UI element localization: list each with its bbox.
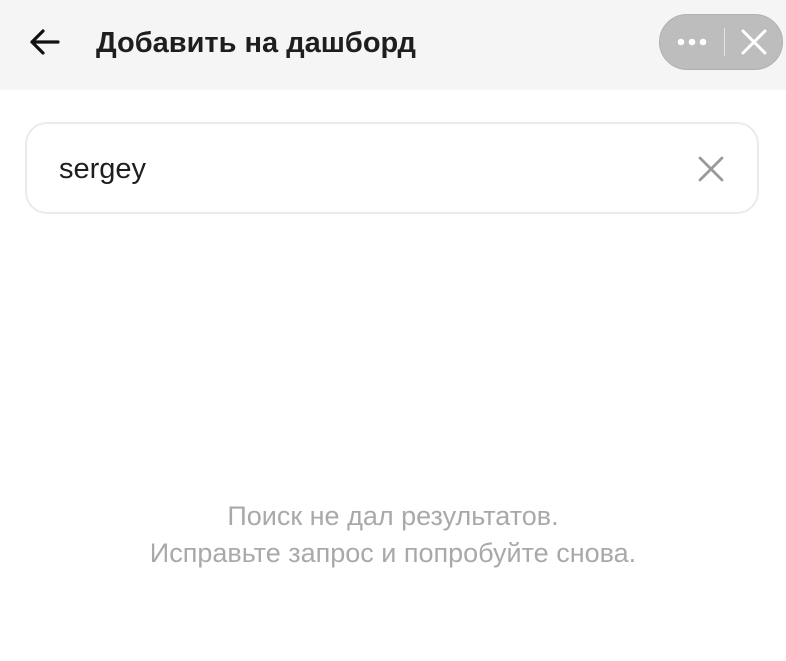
miniapp-capsule <box>659 14 783 70</box>
back-button[interactable] <box>20 18 70 66</box>
clear-x-icon <box>698 156 724 182</box>
close-button[interactable] <box>725 15 783 69</box>
arrow-left-icon <box>30 29 60 55</box>
page-title: Добавить на дашборд <box>96 27 416 59</box>
more-dots-icon <box>677 38 707 46</box>
empty-state-line-2: Исправьте запрос и попробуйте снова. <box>149 538 637 568</box>
empty-state: Поиск не дал результатов. Исправьте запр… <box>0 498 786 572</box>
close-icon <box>741 29 767 55</box>
clear-search-button[interactable] <box>687 146 735 192</box>
more-button[interactable] <box>660 15 724 69</box>
search-input[interactable] <box>59 146 659 192</box>
search-box <box>25 122 759 214</box>
empty-state-line-1: Поиск не дал результатов. <box>227 501 559 531</box>
header-bar: Добавить на дашборд <box>0 0 786 90</box>
